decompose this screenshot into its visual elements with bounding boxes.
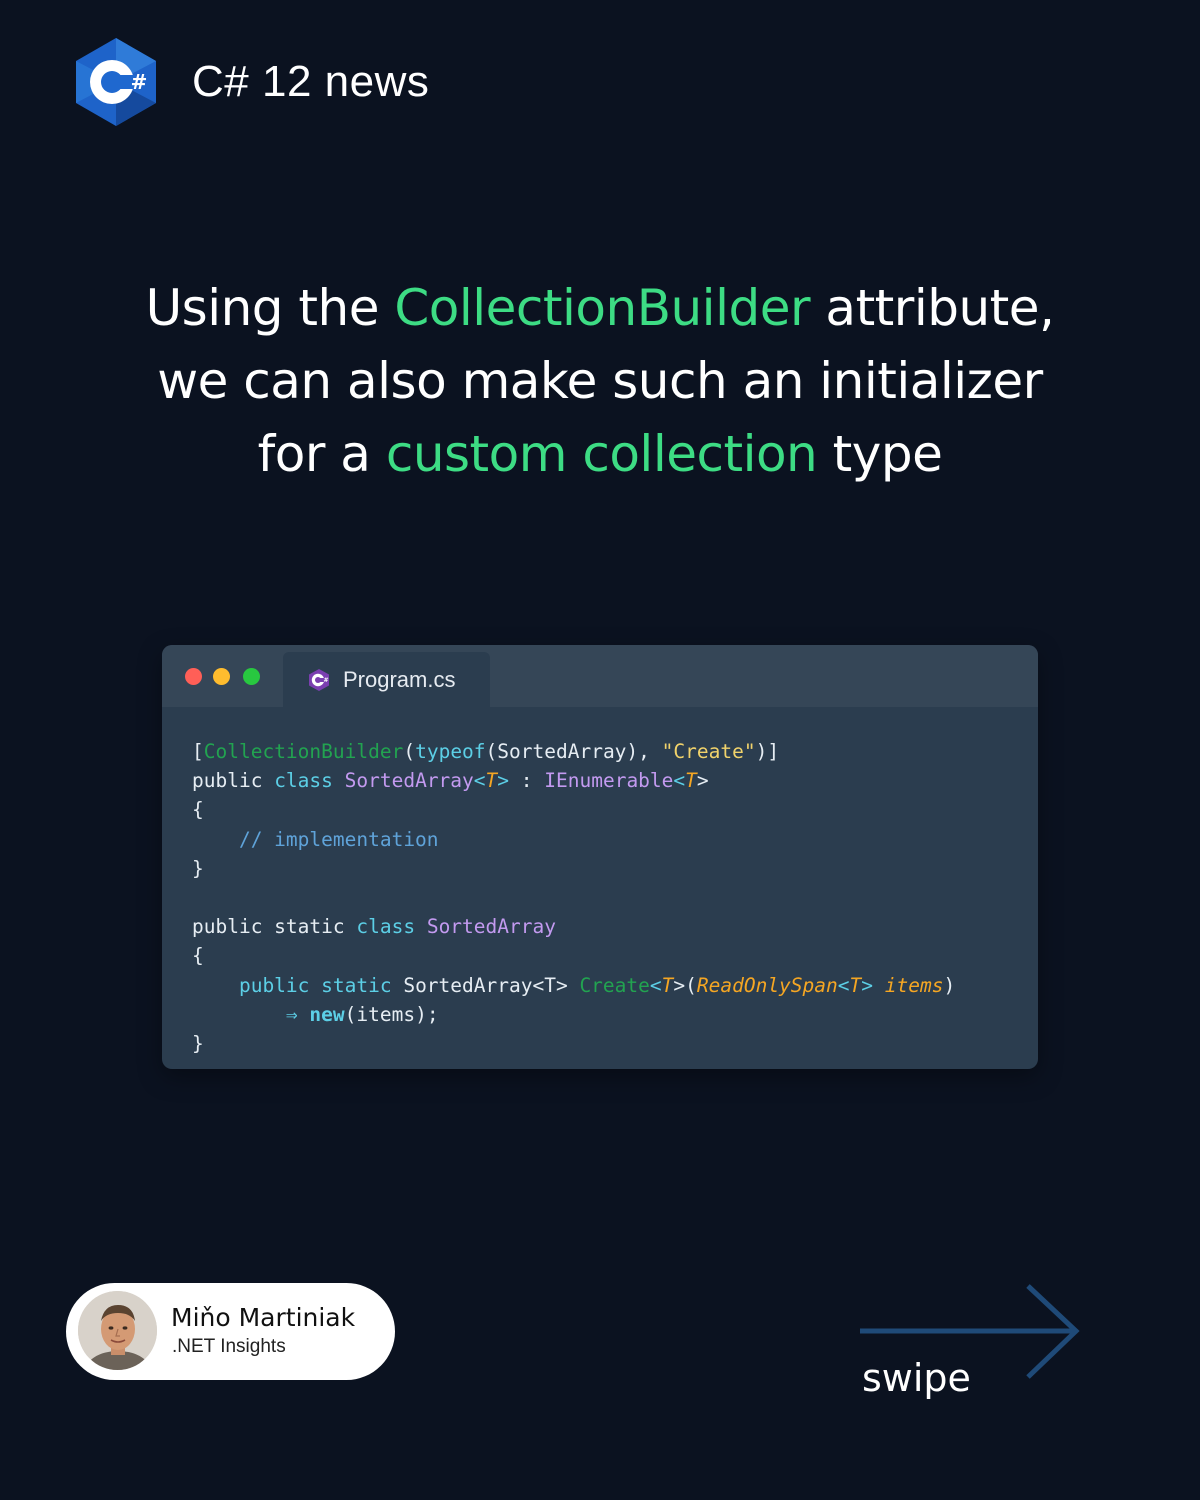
- code-token: T: [485, 769, 498, 793]
- code-token: class: [274, 769, 345, 793]
- code-token: // implementation: [192, 827, 439, 851]
- headline-line-2: we can also make such an initializer: [157, 352, 1043, 410]
- close-dot[interactable]: [185, 668, 202, 685]
- headline: Using the CollectionBuilder attribute, w…: [0, 272, 1200, 491]
- headline-text: attribute,: [810, 279, 1055, 337]
- minimize-dot[interactable]: [213, 668, 230, 685]
- code-line: {: [192, 795, 955, 824]
- code-token: T: [849, 973, 862, 997]
- author-name: Miňo Martiniak: [171, 1303, 356, 1332]
- code-token: [: [192, 740, 204, 763]
- code-token: new: [309, 1002, 345, 1026]
- code-token: SortedArray: [426, 915, 556, 939]
- code-token: <: [473, 769, 486, 793]
- code-token: (: [403, 740, 416, 763]
- code-token: <: [649, 973, 662, 997]
- headline-line-3: for a custom collection type: [0, 418, 1200, 491]
- code-token: IEnumerable: [544, 769, 674, 793]
- code-token: T: [685, 769, 697, 793]
- code-line: public static class SortedArray: [192, 912, 955, 941]
- code-window: # Program.cs [CollectionBuilder(typeof(S…: [162, 645, 1038, 1069]
- code-token: SortedArray<T>: [403, 973, 580, 997]
- svg-text:#: #: [131, 70, 148, 94]
- code-token: >: [861, 973, 885, 997]
- page-title: C# 12 news: [192, 57, 430, 106]
- code-line: {: [192, 941, 955, 970]
- code-token: (SortedArray),: [485, 740, 662, 763]
- maximize-dot[interactable]: [243, 668, 260, 685]
- code-token: public static: [192, 973, 404, 997]
- headline-text: Using the: [145, 279, 395, 337]
- svg-text:#: #: [323, 677, 328, 684]
- code-line: [CollectionBuilder(typeof(SortedArray), …: [192, 737, 955, 766]
- code-token: typeof: [415, 740, 486, 763]
- code-token: public: [192, 769, 275, 793]
- code-line: }: [192, 854, 955, 883]
- code-token: class: [356, 915, 427, 939]
- code-line: public class SortedArray<T> : IEnumerabl…: [192, 766, 955, 795]
- csharp-logo-icon: #: [76, 38, 156, 126]
- code-token: Create: [579, 973, 650, 997]
- code-token: ): [943, 973, 956, 997]
- swipe-label: swipe: [862, 1356, 971, 1400]
- code-token: CollectionBuilder: [203, 740, 404, 763]
- code-token: }: [192, 1031, 204, 1055]
- code-token: <: [673, 769, 686, 793]
- code-token: "Create": [661, 740, 756, 763]
- code-block: [CollectionBuilder(typeof(SortedArray), …: [192, 737, 955, 1058]
- window-title-bar: # Program.cs: [162, 645, 1038, 707]
- headline-accent: custom collection: [385, 425, 818, 483]
- code-token: )]: [755, 740, 780, 763]
- code-line: // implementation: [192, 825, 955, 854]
- header: # C# 12 news: [74, 36, 429, 128]
- tab-program-cs[interactable]: # Program.cs: [283, 652, 490, 707]
- headline-text: for a: [257, 425, 386, 483]
- csharp-file-icon: #: [309, 668, 329, 691]
- code-token: T: [661, 973, 674, 997]
- code-token: }: [192, 856, 204, 880]
- code-token: {: [192, 944, 204, 968]
- author-avatar: [78, 1291, 157, 1370]
- code-token: ⇒: [285, 1002, 310, 1026]
- code-token: SortedArray: [344, 769, 474, 793]
- headline-accent: CollectionBuilder: [394, 279, 811, 337]
- code-token: public static: [192, 915, 357, 939]
- code-token: (items);: [344, 1002, 439, 1026]
- author-subtitle: .NET Insights: [172, 1336, 286, 1357]
- code-line: ⇒ new(items);: [192, 1000, 955, 1029]
- code-token: :: [509, 769, 545, 793]
- code-token: >(: [673, 973, 697, 997]
- headline-line-1: Using the CollectionBuilder attribute,: [0, 272, 1200, 345]
- code-token: ReadOnlySpan: [696, 973, 838, 997]
- code-token: {: [192, 798, 204, 822]
- tab-label: Program.cs: [343, 666, 456, 692]
- code-line: }: [192, 1029, 955, 1058]
- author-badge[interactable]: Miňo Martiniak .NET Insights: [66, 1283, 395, 1380]
- code-token: >: [497, 769, 510, 793]
- code-line: public static SortedArray<T> Create<T>(R…: [192, 971, 955, 1000]
- headline-text: type: [817, 425, 943, 483]
- code-token: >: [696, 769, 709, 793]
- code-token: <: [837, 973, 850, 997]
- code-token: items: [884, 973, 944, 997]
